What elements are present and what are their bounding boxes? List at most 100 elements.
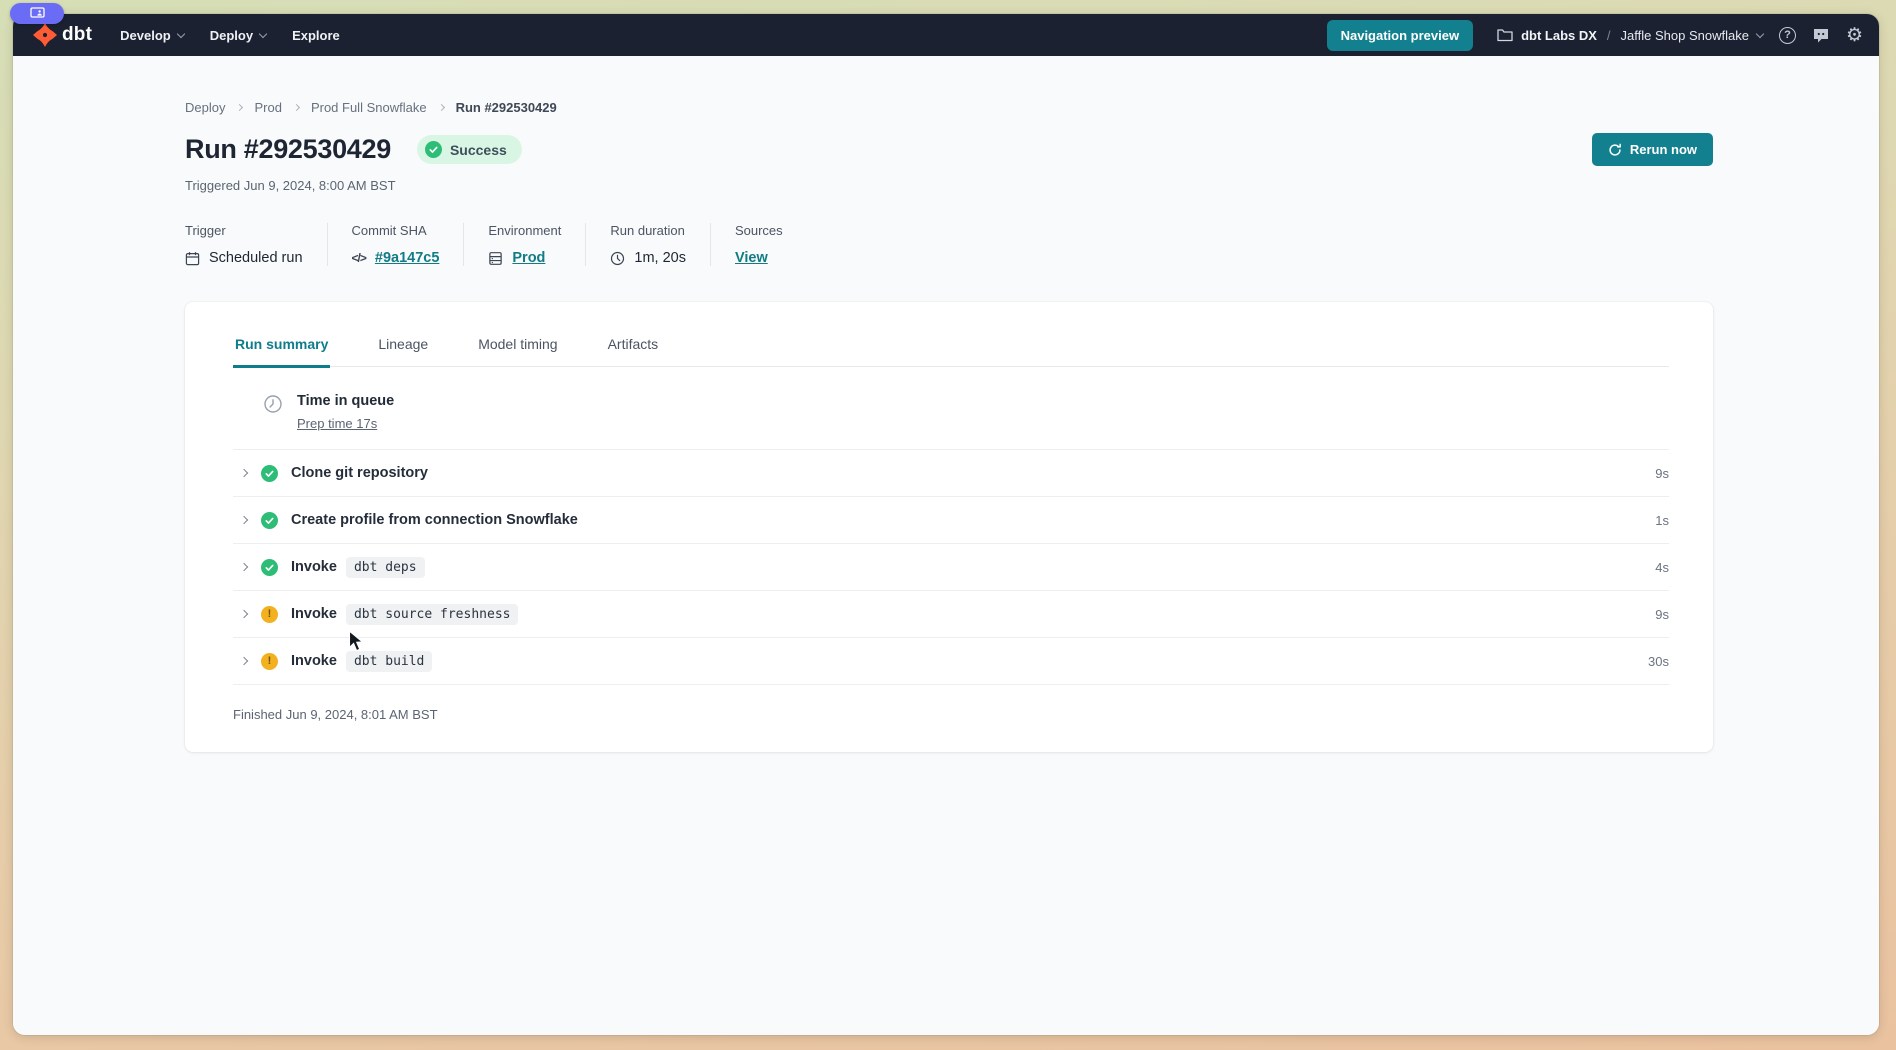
- warning-icon: !: [261, 606, 278, 623]
- path-separator: /: [1607, 28, 1611, 43]
- step-duration: 30s: [1648, 654, 1669, 669]
- breadcrumb-separator-icon: [293, 104, 300, 111]
- meta-value: 1m, 20s: [610, 250, 686, 266]
- top-navbar: dbt Develop Deploy Explore Navigation prev…: [13, 14, 1879, 56]
- meta-col-run-duration: Run duration 1m, 20s: [585, 223, 710, 266]
- breadcrumb-separator-icon: [236, 104, 243, 111]
- tab-model-timing[interactable]: Model timing: [476, 328, 559, 368]
- step-command-chip: dbt deps: [346, 557, 425, 578]
- run-steps-list: Clone git repository 9s Create profile fro…: [233, 450, 1669, 685]
- clock-icon: [610, 251, 625, 266]
- breadcrumb-separator-icon: [438, 104, 445, 111]
- meta-label: Run duration: [610, 223, 686, 238]
- dbt-logo-icon: [33, 23, 57, 47]
- calendar-icon: [185, 251, 200, 266]
- page-header: Run #292530429 Success Rerun now: [185, 133, 1713, 166]
- page-body: Deploy Prod Prod Full Snowflake Run #292530…: [13, 56, 1879, 1035]
- chevron-right-icon[interactable]: [240, 516, 248, 524]
- breadcrumb-link[interactable]: Prod: [254, 100, 281, 115]
- chevron-right-icon[interactable]: [240, 657, 248, 665]
- step-label: Invokedbt source freshness: [291, 604, 518, 625]
- run-detail-card: Run summaryLineageModel timingArtifacts …: [185, 302, 1713, 752]
- chevron-right-icon[interactable]: [240, 469, 248, 477]
- chevron-down-icon: [259, 29, 267, 37]
- navigation-preview-button[interactable]: Navigation preview: [1327, 20, 1473, 51]
- main-nav-menu: Develop Deploy Explore: [120, 28, 366, 43]
- nav-item-label: Develop: [120, 28, 171, 43]
- help-icon: ?: [1779, 27, 1796, 44]
- step-duration: 4s: [1655, 560, 1669, 575]
- meta-text: Scheduled run: [209, 250, 303, 266]
- meta-col-commit-sha: Commit SHA </>#9a147c5: [327, 223, 464, 266]
- step-name: Invoke: [291, 606, 337, 622]
- tab-lineage[interactable]: Lineage: [376, 328, 430, 368]
- browser-viewport: dbt Develop Deploy Explore Navigation prev…: [13, 14, 1879, 1035]
- step-command-chip: dbt build: [346, 651, 432, 672]
- tab-bar: Run summary Lineage Model timing Artifacts: [233, 328, 1669, 367]
- success-check-icon: [261, 512, 278, 529]
- step-duration: 9s: [1655, 466, 1669, 481]
- run-step-row[interactable]: Create profile from connection Snowflake…: [233, 497, 1669, 544]
- run-step-row[interactable]: ! Invoke dbt build 30s: [233, 638, 1669, 685]
- meta-link[interactable]: Prod: [512, 250, 545, 266]
- chevron-down-icon: [176, 29, 184, 37]
- feedback-button[interactable]: [1812, 27, 1830, 44]
- breadcrumb-link[interactable]: Deploy: [185, 100, 225, 115]
- step-name: Invoke: [291, 653, 337, 669]
- nav-item-deploy[interactable]: Deploy: [210, 28, 266, 43]
- database-icon: [488, 251, 503, 266]
- run-step-row[interactable]: Invoke dbt deps 4s: [233, 544, 1669, 591]
- tab-artifacts[interactable]: Artifacts: [606, 328, 661, 368]
- meta-value: Prod: [488, 250, 561, 266]
- success-check-icon: [425, 141, 442, 158]
- step-label: Clone git repository: [291, 465, 428, 481]
- breadcrumb-link[interactable]: Prod Full Snowflake: [311, 100, 427, 115]
- chevron-right-icon[interactable]: [240, 563, 248, 571]
- help-button[interactable]: ?: [1779, 27, 1796, 44]
- prep-time-link[interactable]: Prep time 17s: [297, 416, 377, 431]
- meta-value: View: [735, 250, 783, 266]
- step-name: Clone git repository: [291, 465, 428, 481]
- breadcrumb-current: Run #292530429: [456, 100, 557, 115]
- run-step-row[interactable]: Clone git repository 9s: [233, 450, 1669, 497]
- rerun-now-button[interactable]: Rerun now: [1592, 133, 1713, 166]
- run-step-row[interactable]: ! Invokedbt source freshness 9s: [233, 591, 1669, 638]
- success-check-icon: [261, 465, 278, 482]
- dbt-logo[interactable]: dbt: [33, 23, 92, 47]
- nav-item-explore[interactable]: Explore: [292, 28, 340, 43]
- meta-text: 1m, 20s: [634, 250, 686, 266]
- tab-run-summary[interactable]: Run summary: [233, 328, 330, 368]
- step-label: Invoke dbt build: [291, 651, 432, 672]
- meta-label: Commit SHA: [352, 223, 440, 238]
- account-name: dbt Labs DX: [1521, 28, 1597, 43]
- meta-link[interactable]: View: [735, 250, 768, 266]
- step-duration: 1s: [1655, 513, 1669, 528]
- time-in-queue-row: Time in queue Prep time 17s: [233, 367, 1669, 450]
- run-meta-row: Trigger Scheduled run Commit SHA </>#9a147c…: [185, 223, 1713, 266]
- navbar-right-group: Navigation preview dbt Labs DX / Jaffle …: [1327, 20, 1863, 51]
- meta-col-sources: Sources View: [710, 223, 807, 266]
- chevron-right-icon[interactable]: [240, 610, 248, 618]
- settings-button[interactable]: ⚙: [1846, 26, 1863, 45]
- step-label: Invoke dbt deps: [291, 557, 425, 578]
- nav-item-develop[interactable]: Develop: [120, 28, 184, 43]
- meta-value: </>#9a147c5: [352, 250, 440, 266]
- nav-item-label: Deploy: [210, 28, 253, 43]
- meta-label: Trigger: [185, 223, 303, 238]
- page-title: Run #292530429: [185, 134, 391, 165]
- step-duration: 9s: [1655, 607, 1669, 622]
- nav-item-label: Explore: [292, 28, 340, 43]
- finished-timestamp: Finished Jun 9, 2024, 8:01 AM BST: [233, 685, 1669, 728]
- gear-icon: ⚙: [1846, 26, 1863, 45]
- screen-share-icon: [30, 7, 45, 20]
- step-name: Invoke: [291, 559, 337, 575]
- screen-share-pill[interactable]: [10, 3, 64, 24]
- queue-title: Time in queue: [297, 393, 394, 409]
- chevron-down-icon: [1756, 29, 1764, 37]
- meta-link[interactable]: #9a147c5: [375, 250, 440, 266]
- project-name: Jaffle Shop Snowflake: [1621, 28, 1749, 43]
- meta-label: Sources: [735, 223, 783, 238]
- breadcrumb: Deploy Prod Prod Full Snowflake Run #292530…: [185, 100, 1713, 115]
- warning-icon: !: [261, 653, 278, 670]
- workspace-selector[interactable]: dbt Labs DX / Jaffle Shop Snowflake: [1497, 28, 1763, 43]
